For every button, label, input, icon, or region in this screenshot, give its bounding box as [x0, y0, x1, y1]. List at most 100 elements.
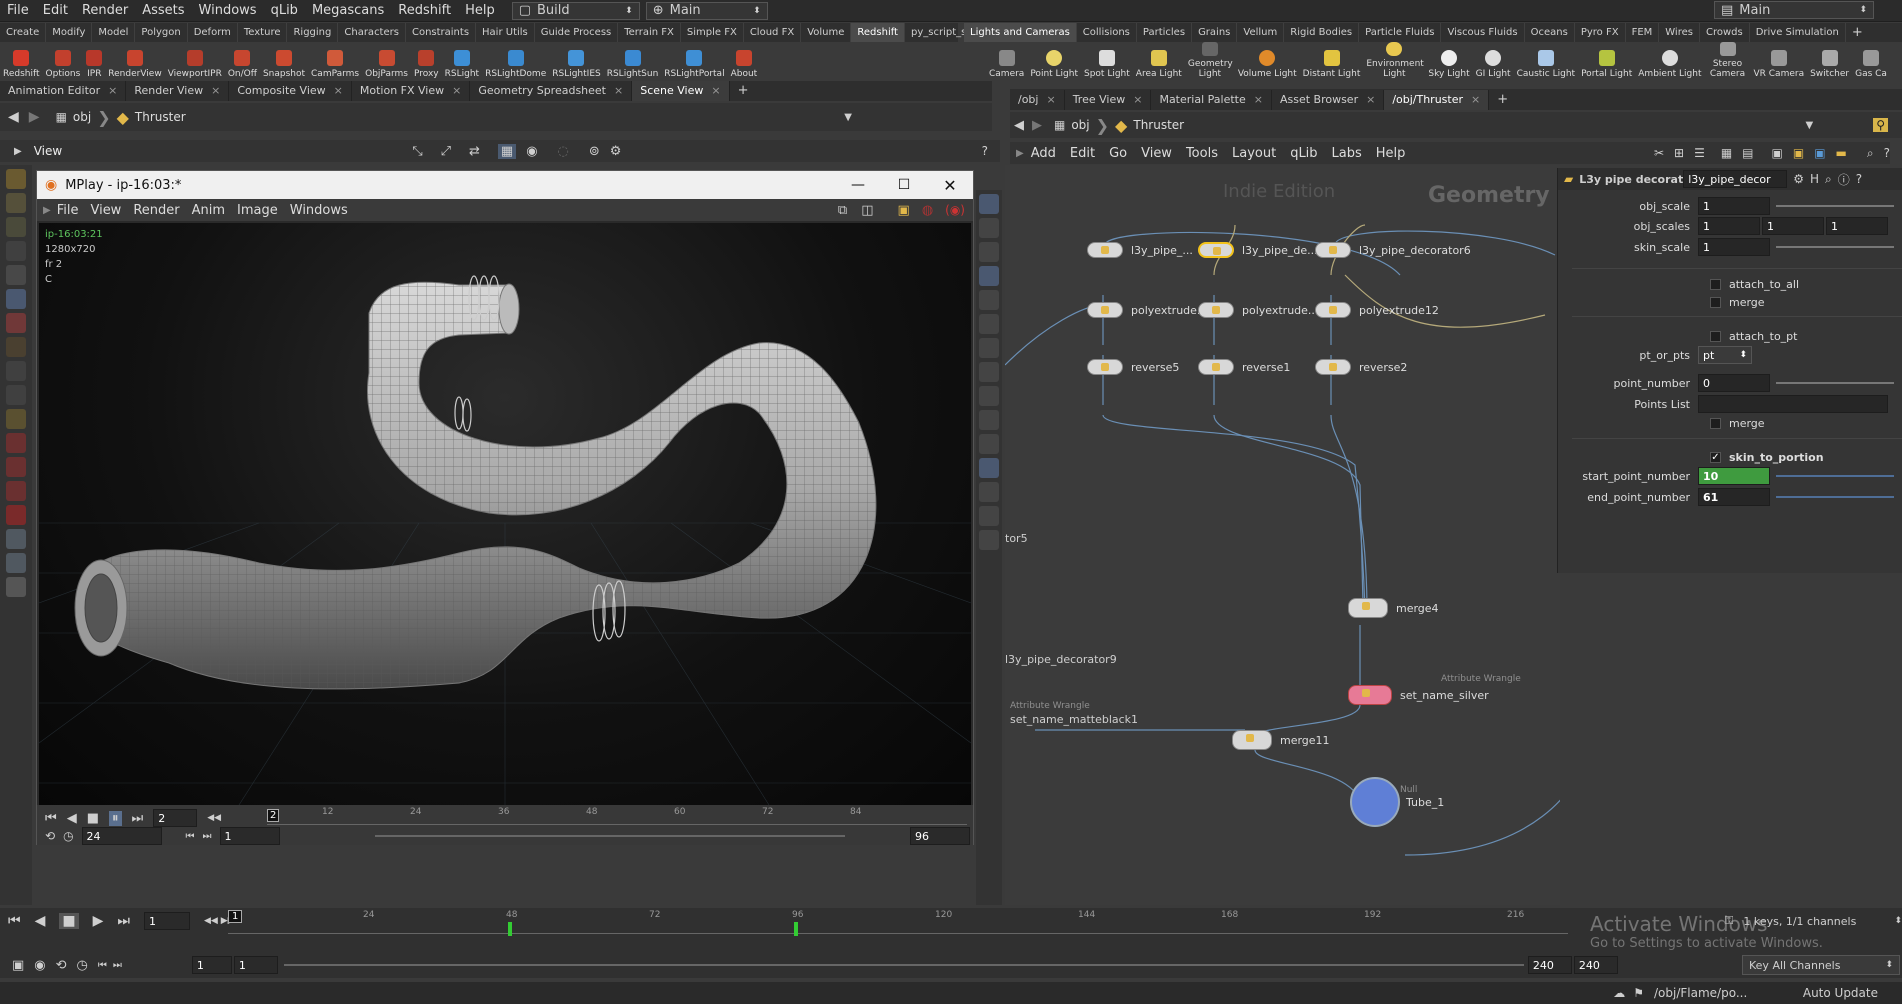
tool-gi-light[interactable]: GI Light [1473, 42, 1514, 79]
compare-icon[interactable]: ◫ [861, 203, 873, 218]
last-frame-icon[interactable]: ⏭ [132, 811, 144, 826]
pose-icon[interactable] [6, 409, 26, 429]
first-frame-icon[interactable]: ⏮ [8, 913, 21, 929]
node-merge4[interactable]: merge4 [1348, 598, 1439, 618]
pose-tool-icon[interactable]: ⇄ [469, 144, 480, 159]
snap-grid-icon[interactable] [6, 433, 26, 453]
shelf-tab[interactable]: Drive Simulation [1750, 23, 1846, 42]
menu-render[interactable]: Render [75, 0, 135, 22]
shelf-tab[interactable]: Collisions [1077, 23, 1137, 42]
menu-megascans[interactable]: Megascans [305, 0, 391, 22]
tool-stereo-camera[interactable]: Stereo Camera [1705, 42, 1751, 79]
dropdown-arrow-icon[interactable]: ▼ [844, 112, 852, 123]
add-tab-icon[interactable]: + [730, 81, 757, 101]
camera-view-icon[interactable]: ◉ [526, 144, 537, 159]
close-icon[interactable]: × [614, 84, 623, 97]
shelf-tab[interactable]: Terrain FX [618, 23, 681, 42]
tool-vr-camera[interactable]: VR Camera [1751, 42, 1808, 79]
tool-portal-light[interactable]: Portal Light [1578, 42, 1635, 79]
tool-sky-light[interactable]: Sky Light [1425, 42, 1472, 79]
shelf-tab[interactable]: Model [92, 23, 136, 42]
tool-distant-light[interactable]: Distant Light [1300, 42, 1364, 79]
close-icon[interactable]: × [334, 84, 343, 97]
bulb-icon[interactable] [979, 290, 999, 310]
render-viewport[interactable]: ip-16:03:21 1280x720 fr 2 C [39, 223, 971, 805]
attach-to-all-checkbox[interactable] [1710, 278, 1721, 290]
first-frame-icon[interactable]: ⏮ [45, 811, 57, 826]
live-render-icon[interactable]: (◉) [945, 203, 965, 217]
key-all-channels-select[interactable]: Key All Channels ⬍ [1742, 955, 1900, 975]
loop-icon[interactable]: ⟲ [56, 958, 67, 973]
tool-about[interactable]: About [728, 42, 761, 79]
start-frame-field-2[interactable]: 1 [233, 956, 278, 974]
close-icon[interactable]: × [1254, 93, 1263, 106]
net-menu-qlib[interactable]: qLib [1283, 146, 1324, 161]
step-back-icon[interactable]: ◀◀ [207, 813, 221, 823]
shelf-tab[interactable]: FEM [1626, 23, 1660, 42]
tab-obj-thruster[interactable]: /obj/Thruster × [1384, 89, 1490, 110]
teapot-icon[interactable] [6, 577, 26, 597]
merge-checkbox[interactable] [1710, 296, 1721, 308]
point-number-field[interactable]: 0 [1698, 374, 1770, 392]
bend-icon[interactable] [6, 361, 26, 381]
skin-scale-slider[interactable] [1776, 246, 1894, 248]
ghost-icon[interactable]: ◌ [558, 144, 569, 159]
help-icon[interactable]: ? [1884, 146, 1890, 160]
node-polyextrude-a[interactable]: polyextrude... [1087, 302, 1207, 318]
range-slider[interactable] [283, 964, 1524, 966]
forward-arrow-icon[interactable]: ▶ [29, 109, 40, 125]
close-icon[interactable]: × [452, 84, 461, 97]
obj-scales-x-field[interactable]: 1 [1698, 217, 1760, 235]
fps-field[interactable]: 24 [81, 827, 162, 845]
gear-icon[interactable]: ⚙ [1793, 172, 1804, 186]
node-body[interactable] [1087, 242, 1123, 258]
shelf-tab[interactable]: Wires [1659, 23, 1700, 42]
tool-rslightdome[interactable]: RSLightDome [482, 42, 549, 79]
node-reverse-c[interactable]: reverse2 [1315, 359, 1407, 375]
paint-icon[interactable] [6, 337, 26, 357]
end-point-slider[interactable] [1776, 496, 1894, 498]
close-icon[interactable]: × [1046, 93, 1055, 106]
tool-objparms[interactable]: ObjParms [362, 42, 411, 79]
menu-qlib[interactable]: qLib [264, 0, 305, 22]
play-reverse-icon[interactable]: ◀ [35, 913, 46, 929]
shelf-tab[interactable]: Crowds [1700, 23, 1750, 42]
timeline-ruler[interactable]: 1 24 48 72 96 120 144 168 192 216 [228, 910, 1568, 936]
menu-assets[interactable]: Assets [135, 0, 191, 22]
layout-icon[interactable]: ⧉ [838, 203, 847, 218]
shelf-tab[interactable]: Grains [1192, 23, 1238, 42]
snap-prim-icon[interactable] [6, 457, 26, 477]
shelf-tab[interactable]: Create [0, 23, 47, 42]
mplay-menu-render[interactable]: Render [127, 203, 185, 218]
display-icon[interactable] [979, 194, 999, 214]
node-body[interactable] [1315, 302, 1351, 318]
bbox-icon[interactable] [979, 506, 999, 526]
node-body[interactable] [1315, 359, 1351, 375]
current-frame-marker[interactable]: 2 [267, 809, 280, 822]
transform-icon[interactable] [6, 193, 26, 213]
tool-redshift[interactable]: Redshift [0, 42, 43, 79]
current-frame-marker[interactable]: 1 [228, 910, 243, 923]
close-icon[interactable]: × [108, 84, 117, 97]
tab-tree-view[interactable]: Tree View × [1065, 89, 1152, 110]
node-body[interactable] [1087, 359, 1123, 375]
lock-icon[interactable] [6, 289, 26, 309]
range-start-icon[interactable]: ⏮ [98, 960, 107, 971]
dependency-icon[interactable]: ⚑ [1633, 986, 1644, 1000]
range-end-icon[interactable]: ⏭ [113, 960, 122, 971]
node-pipe-b[interactable]: l3y_pipe_de... [1198, 242, 1318, 258]
scale-icon[interactable] [6, 241, 26, 261]
stop-icon[interactable]: ■ [59, 913, 79, 929]
help-icon[interactable]: ? [1856, 172, 1862, 186]
geo-icon[interactable] [979, 314, 999, 334]
obj-scales-y-field[interactable]: 1 [1762, 217, 1824, 235]
node-label-partial[interactable]: l3y_pipe_decorator9 [1005, 653, 1117, 666]
shelf-tab[interactable]: Hair Utils [476, 23, 535, 42]
shelf-tab[interactable]: Volume [801, 23, 852, 42]
tool-gas-camera[interactable]: Gas Ca [1852, 42, 1890, 79]
shelf-tab[interactable]: Guide Process [535, 23, 619, 42]
shelf-tab-active[interactable]: Redshift [851, 23, 905, 42]
tool-ipr[interactable]: IPR [83, 42, 105, 79]
tool-options[interactable]: Options [43, 42, 84, 79]
shelf-tab[interactable]: Polygon [135, 23, 188, 42]
